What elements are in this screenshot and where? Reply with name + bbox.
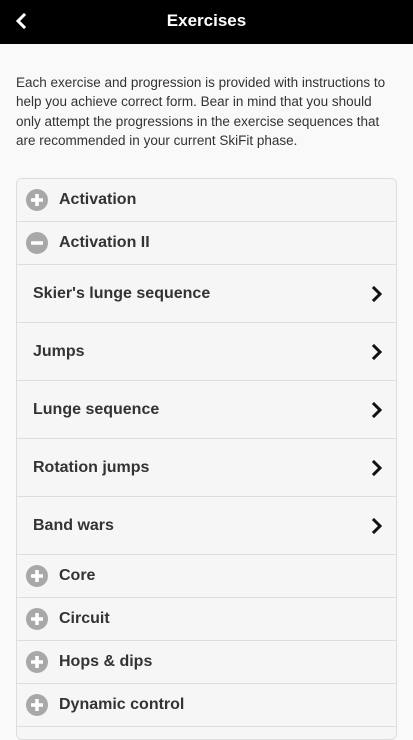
minus-circle-icon <box>26 232 48 254</box>
exercise-item-rotation-jumps[interactable]: Rotation jumps <box>17 439 396 497</box>
exercise-label: Lunge sequence <box>33 400 160 418</box>
category-core[interactable]: Core <box>17 555 396 598</box>
exercise-category-list: Activation Activation II Skier's lunge s… <box>16 178 397 740</box>
chevron-right-icon <box>371 459 383 476</box>
category-label: Dynamic control <box>59 696 185 713</box>
exercise-label: Jumps <box>33 342 85 360</box>
category-activation[interactable]: Activation <box>17 179 396 222</box>
header-bar: Exercises <box>0 0 413 44</box>
exercise-item-lunge-sequence[interactable]: Lunge sequence <box>17 381 396 439</box>
plus-circle-icon <box>26 608 48 630</box>
category-dynamic-control[interactable]: Dynamic control <box>17 684 396 727</box>
exercise-item-band-wars[interactable]: Band wars <box>17 497 396 555</box>
exercise-item-jumps[interactable]: Jumps <box>17 323 396 381</box>
plus-circle-icon <box>26 189 48 211</box>
exercise-label: Rotation jumps <box>33 458 150 476</box>
category-activation-ii[interactable]: Activation II <box>17 222 396 265</box>
plus-circle-icon <box>26 694 48 716</box>
category-label: Hops & dips <box>59 653 153 670</box>
plus-circle-icon <box>26 651 48 673</box>
exercise-item-skiers-lunge-sequence[interactable]: Skier's lunge sequence <box>17 265 396 323</box>
category-hops-dips[interactable]: Hops & dips <box>17 641 396 684</box>
plus-circle-icon <box>26 565 48 587</box>
exercise-label: Skier's lunge sequence <box>33 284 211 302</box>
exercise-label: Band wars <box>33 516 114 534</box>
chevron-right-icon <box>371 401 383 418</box>
chevron-right-icon <box>371 285 383 302</box>
category-label: Circuit <box>59 610 110 627</box>
intro-text: Each exercise and progression is provide… <box>16 75 386 149</box>
category-circuit[interactable]: Circuit <box>17 598 396 641</box>
category-label: Activation II <box>59 234 150 251</box>
page-title: Exercises <box>166 11 247 30</box>
category-label: Core <box>59 567 96 584</box>
category-label: Activation <box>59 191 137 208</box>
chevron-right-icon <box>371 343 383 360</box>
chevron-right-icon <box>371 517 383 534</box>
